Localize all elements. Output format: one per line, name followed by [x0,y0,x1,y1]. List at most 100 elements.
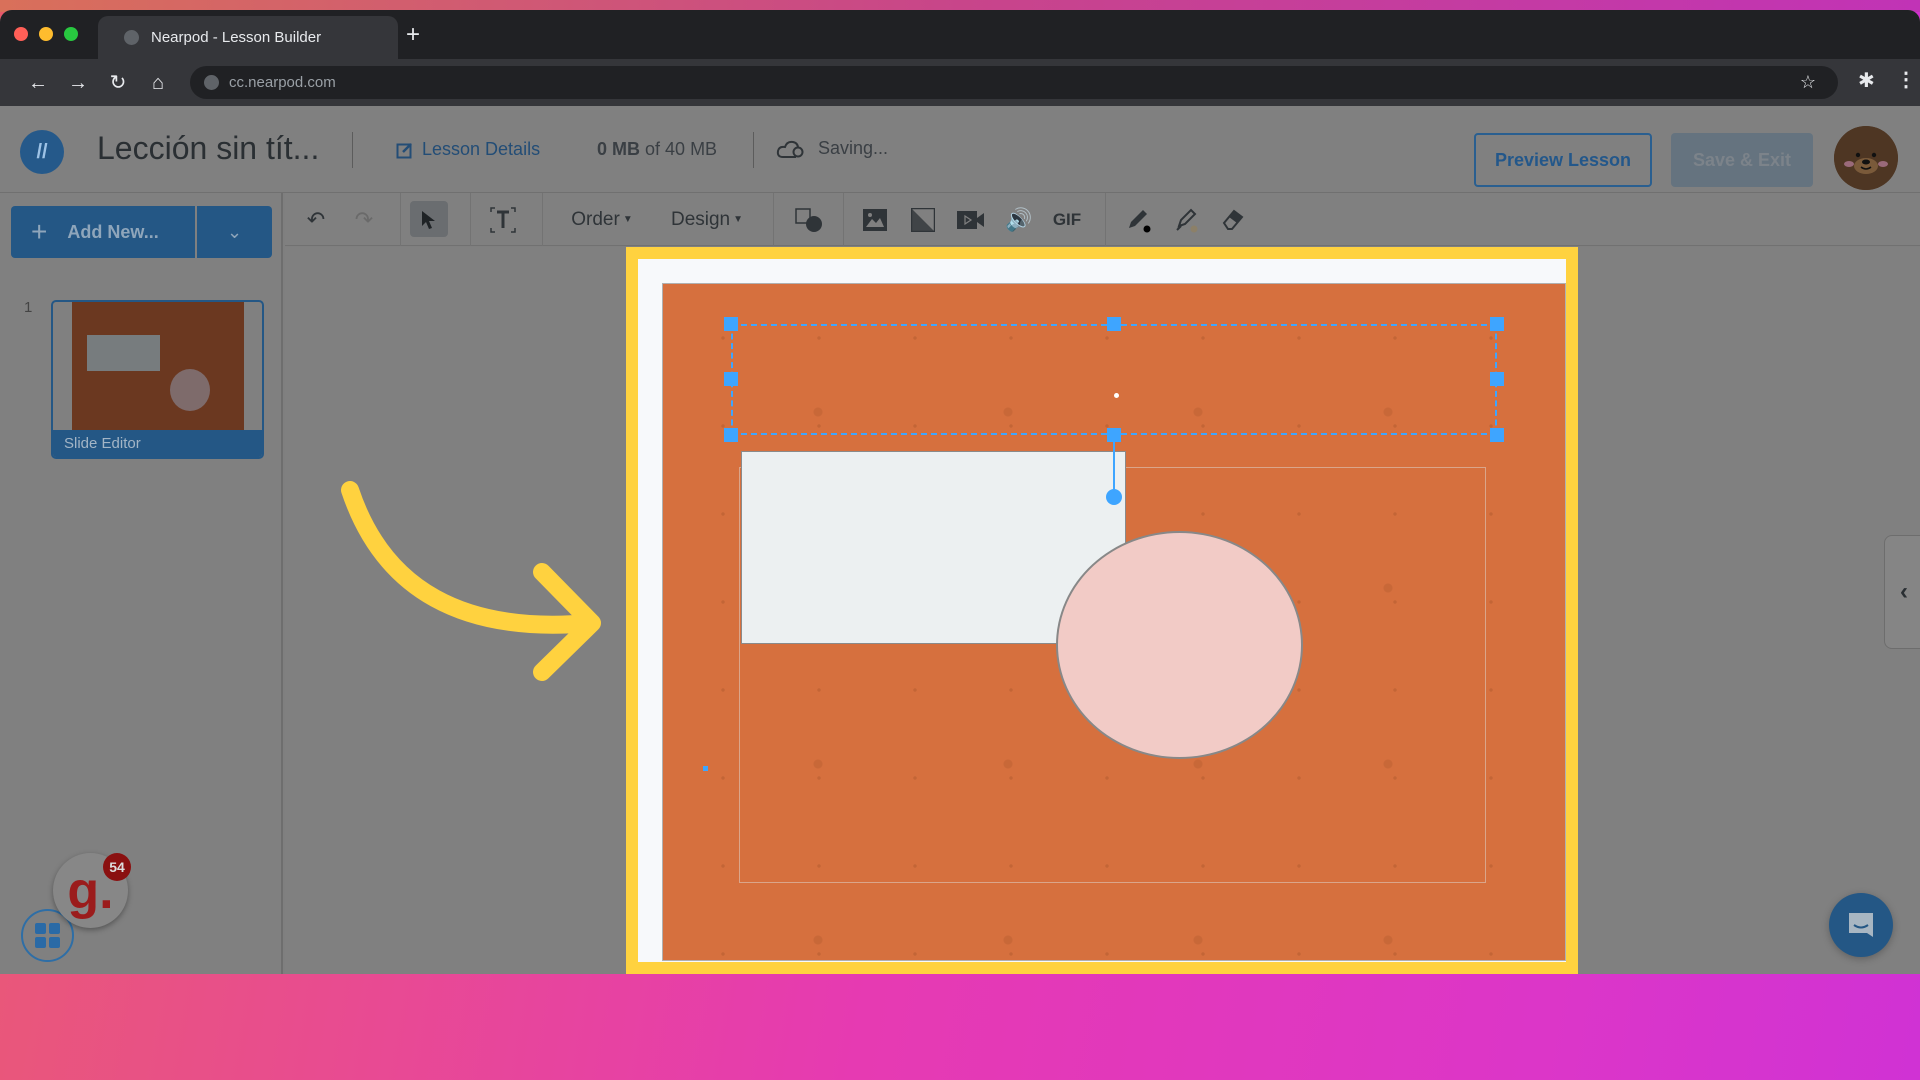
desktop-background-bottom [0,974,1920,1080]
nearpod-logo[interactable]: // [20,130,64,174]
reload-icon[interactable]: ↻ [104,69,132,97]
close-window-button[interactable] [14,27,28,41]
address-bar[interactable]: cc.nearpod.com ☆ [190,66,1838,99]
slide-canvas[interactable] [662,283,1566,961]
design-label: Design [670,208,731,230]
new-tab-button[interactable]: + [406,20,420,50]
save-status-text: Saving... [818,138,889,158]
video-icon[interactable] [953,193,989,246]
order-label: Order [571,208,620,230]
storage-used: 0 MB [597,139,641,159]
arrow-left-icon[interactable]: ← [24,69,52,97]
toolbar-divider [470,193,471,246]
save-status: Saving... [776,138,888,159]
divider [753,132,754,168]
save-exit-button[interactable]: Save & Exit [1671,133,1813,187]
kebab-menu-icon[interactable]: ⋮ [1896,67,1916,92]
toolbar-divider [773,193,774,246]
chevron-down-icon: ⌄ [226,221,243,242]
circle-shape[interactable] [1056,531,1303,759]
thumbnail-circle [170,369,210,411]
maximize-window-button[interactable] [64,27,78,41]
lesson-details-link[interactable]: Lesson Details [396,139,540,160]
star-icon[interactable]: ☆ [1800,72,1816,93]
shapes-icon[interactable] [789,193,829,246]
resize-handle-right[interactable] [1490,372,1504,386]
text-tool-icon[interactable] [481,193,525,246]
app-header: // Lección sin tít... Lesson Details 0 M… [0,106,1920,193]
slide-number: 1 [24,299,33,316]
caret-down-icon: ▼ [622,214,633,225]
thumbnail-slide-preview [72,302,244,430]
site-info-icon[interactable] [204,75,219,90]
lesson-title[interactable]: Lección sin tít... [97,130,319,167]
order-dropdown[interactable]: Order ▼ [567,193,637,246]
storage-usage: 0 MB of 40 MB [597,139,717,160]
cursor-icon[interactable] [410,193,448,246]
chat-icon [1849,913,1873,937]
thumbnail-rectangle [87,335,160,371]
minimize-window-button[interactable] [39,27,53,41]
resize-handle-top-right[interactable] [1490,317,1504,331]
slide-thumbnail-label: Slide Editor [53,430,262,457]
resize-handle-top[interactable] [1107,317,1121,331]
toolbar-divider [1105,193,1106,246]
chat-support-button[interactable] [1829,893,1893,957]
puzzle-icon[interactable]: ✱ [1858,68,1875,93]
edit-icon [396,142,412,158]
arrow-right-icon[interactable]: → [64,69,92,97]
toolbar-divider [400,193,401,246]
pen-icon[interactable] [1121,193,1157,246]
url-text: cc.nearpod.com [229,74,336,91]
add-new-button[interactable]: + Add New... [11,206,195,258]
redo-icon[interactable]: ↷ [347,193,381,246]
highlight-frame [626,247,1578,974]
resize-handle-bottom-right[interactable] [1490,428,1504,442]
preview-lesson-button[interactable]: Preview Lesson [1474,133,1652,187]
collapse-panel-button[interactable]: ‹ [1884,535,1920,649]
rotation-handle-stem [1113,435,1115,497]
slide-thumbnail[interactable]: Slide Editor [51,300,264,459]
toolbar-divider [843,193,844,246]
globe-icon [124,30,139,45]
address-toolbar: ← → ↻ ⌂ cc.nearpod.com ☆ ✱ ⋮ [0,59,1920,106]
image-icon[interactable] [857,193,893,246]
annotation-arrow-icon [341,481,601,681]
plus-icon: + [31,216,48,247]
toolbar-divider [542,193,543,246]
lesson-details-label: Lesson Details [422,139,541,159]
home-icon[interactable]: ⌂ [144,69,172,97]
resize-handle-left[interactable] [724,372,738,386]
resize-handle-bottom-left[interactable] [724,428,738,442]
add-new-label: Add New... [67,221,159,242]
highlighter-icon[interactable] [1169,193,1205,246]
selected-text-box[interactable] [731,324,1497,435]
design-dropdown[interactable]: Design ▼ [667,193,747,246]
notification-count-badge: 54 [103,853,131,881]
chevron-left-icon: ‹ [1900,578,1908,605]
tab-bar: Nearpod - Lesson Builder + [0,10,1920,59]
rotation-handle[interactable] [1106,489,1122,505]
divider [352,132,353,168]
tab-title: Nearpod - Lesson Builder [151,29,322,46]
editor-toolbar: ↶ ↷ Order ▼ Design ▼ 🔊 GIF [285,193,1920,246]
gif-button[interactable]: GIF [1047,193,1087,246]
user-avatar[interactable] [1834,126,1898,190]
background-icon[interactable] [905,193,941,246]
bear-avatar-icon [1834,126,1898,190]
text-cursor-dot [1114,393,1119,398]
slides-sidebar: + Add New... ⌄ 1 Slide Editor g. 54 [0,193,283,974]
resize-handle-top-left[interactable] [724,317,738,331]
eraser-icon[interactable] [1215,193,1251,246]
slide-paper [638,259,1566,962]
cloud-sync-icon [776,140,804,158]
audio-icon[interactable]: 🔊 [1001,193,1037,246]
storage-limit: of 40 MB [645,139,718,159]
browser-window: Nearpod - Lesson Builder + ← → ↻ ⌂ cc.ne… [0,10,1920,974]
add-new-dropdown-button[interactable]: ⌄ [197,206,272,258]
undo-icon[interactable]: ↶ [299,193,333,246]
browser-tab[interactable]: Nearpod - Lesson Builder [98,16,398,59]
caret-down-icon: ▼ [733,214,744,225]
anchor-point [703,766,708,771]
grid-icon [35,923,60,948]
